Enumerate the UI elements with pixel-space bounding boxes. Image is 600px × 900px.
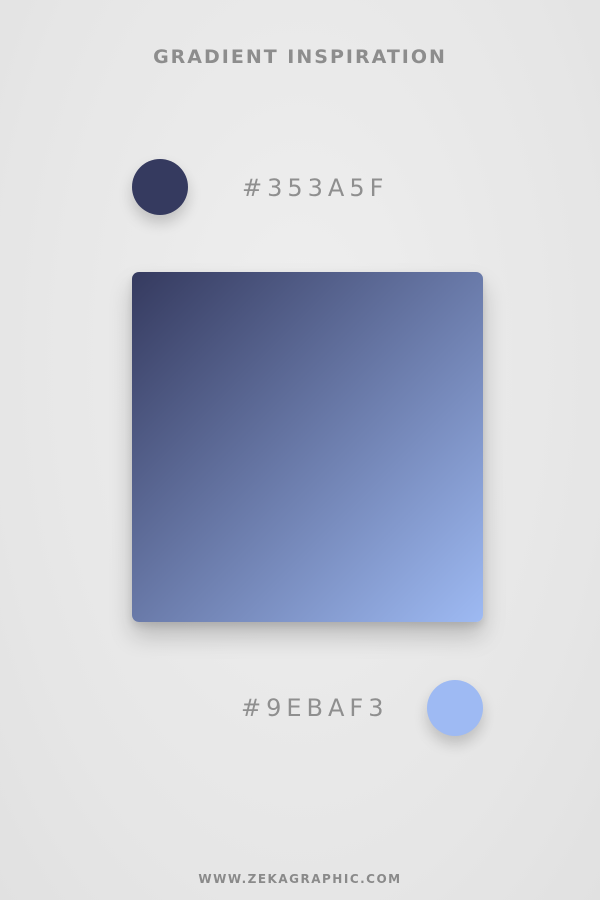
page-title: GRADIENT INSPIRATION xyxy=(153,46,447,68)
gradient-preview xyxy=(132,272,483,622)
end-color-swatch xyxy=(427,680,483,736)
footer-website[interactable]: WWW.ZEKAGRAPHIC.COM xyxy=(0,872,600,886)
end-color-hex-label: #9EBAF3 xyxy=(241,694,389,722)
start-color-hex-label: #353A5F xyxy=(242,174,389,202)
start-color-swatch xyxy=(132,159,188,215)
